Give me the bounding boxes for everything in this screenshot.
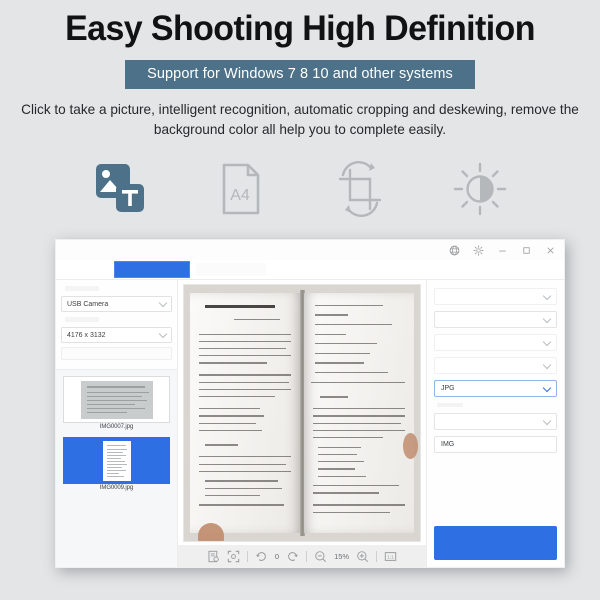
thumbnail-preview[interactable] [63, 376, 170, 423]
chevron-down-icon [158, 329, 168, 339]
svg-text:A4: A4 [230, 187, 250, 204]
camera-select[interactable]: USB Camera [61, 296, 172, 312]
filename-input[interactable]: IMG [434, 436, 557, 453]
actual-size-icon[interactable]: 1:1 [384, 550, 397, 563]
option-4-select[interactable] [434, 357, 557, 374]
thumbnail-filename: IMG0009.jpg [99, 485, 134, 491]
thumbnail-image [80, 380, 153, 419]
zoom-value: 15% [334, 551, 350, 561]
chevron-down-icon [542, 291, 552, 300]
resolution-select-value: 4176 x 3132 [67, 331, 106, 339]
crop-rotate-icon [331, 160, 389, 218]
zoom-in-icon[interactable] [356, 550, 369, 563]
globe-icon[interactable] [449, 245, 460, 256]
list-item[interactable]: IMG0007.jpg [63, 376, 170, 430]
tab-bar [56, 260, 564, 280]
chevron-down-icon [542, 314, 552, 323]
window-body: USB Camera 4176 x 3132 IMG0007.jpg IMG00… [56, 280, 564, 567]
option-6-select[interactable] [434, 413, 557, 430]
chevron-down-icon [542, 360, 552, 369]
thumbnail-preview-selected[interactable] [63, 437, 170, 484]
a4-document-icon: A4 [211, 160, 269, 218]
right-panel: JPG IMG [426, 280, 564, 567]
chevron-down-icon [158, 298, 168, 308]
format-select-value: JPG [441, 385, 455, 392]
feature-icon-row: A4 [0, 156, 600, 222]
tab-secondary[interactable] [196, 263, 266, 276]
scan-document-icon[interactable] [207, 550, 220, 563]
left-panel: USB Camera 4176 x 3132 IMG0007.jpg IMG00… [56, 280, 178, 567]
brightness-icon [451, 160, 509, 218]
option-2-select[interactable] [434, 311, 557, 328]
resolution-select[interactable]: 4176 x 3132 [61, 327, 172, 343]
svg-text:1:1: 1:1 [387, 554, 394, 559]
book-page-right [304, 292, 415, 534]
option-1-select[interactable] [434, 288, 557, 305]
image-text-icon [91, 160, 149, 218]
fit-frame-icon[interactable] [227, 550, 240, 563]
toolbar-divider [246, 550, 248, 562]
camera-select-value: USB Camera [67, 300, 109, 308]
page-headline: Easy Shooting High Definition [65, 9, 535, 48]
rotate-left-icon[interactable] [255, 550, 268, 563]
page-description: Click to take a picture, intelligent rec… [21, 102, 579, 137]
close-icon[interactable] [545, 245, 556, 256]
chevron-down-icon [542, 337, 552, 346]
capture-button[interactable] [61, 347, 172, 360]
rotate-right-icon[interactable] [286, 550, 299, 563]
toolbar-divider [306, 550, 308, 562]
thumbnail-filename: IMG0007.jpg [99, 424, 134, 430]
resolution-label [65, 317, 99, 322]
maximize-icon[interactable] [521, 245, 532, 256]
book-page-left [189, 292, 300, 534]
filename-label [437, 403, 463, 407]
toolbar-divider [376, 550, 378, 562]
banner-row: Support for Windows 7 8 10 and other sys… [0, 60, 600, 90]
camera-label [65, 286, 99, 291]
app-window: USB Camera 4176 x 3132 IMG0007.jpg IMG00… [55, 239, 565, 568]
book-photo [184, 285, 420, 541]
right-panel-spacer [434, 459, 557, 520]
document-preview[interactable] [183, 284, 421, 542]
os-support-banner: Support for Windows 7 8 10 and other sys… [125, 60, 475, 90]
list-item[interactable]: IMG0009.jpg [63, 437, 170, 491]
window-titlebar [56, 240, 564, 260]
chevron-down-icon [542, 416, 552, 425]
gear-icon[interactable] [473, 244, 484, 256]
option-3-select[interactable] [434, 334, 557, 351]
rotation-value: 0 [274, 551, 280, 561]
preview-toolbar: 0 15% 1:1 [178, 545, 426, 567]
center-panel: 0 15% 1:1 [178, 280, 426, 567]
format-select[interactable]: JPG [434, 380, 557, 397]
thumbnail-list[interactable]: IMG0007.jpg IMG0009.jpg [56, 369, 177, 567]
zoom-out-icon[interactable] [314, 550, 327, 563]
save-button[interactable] [434, 526, 557, 560]
minimize-icon[interactable] [497, 245, 508, 256]
chevron-down-icon [542, 383, 552, 392]
thumbnail-image [102, 440, 131, 481]
tab-capture[interactable] [114, 261, 190, 278]
thumb-finger-right [402, 433, 418, 460]
